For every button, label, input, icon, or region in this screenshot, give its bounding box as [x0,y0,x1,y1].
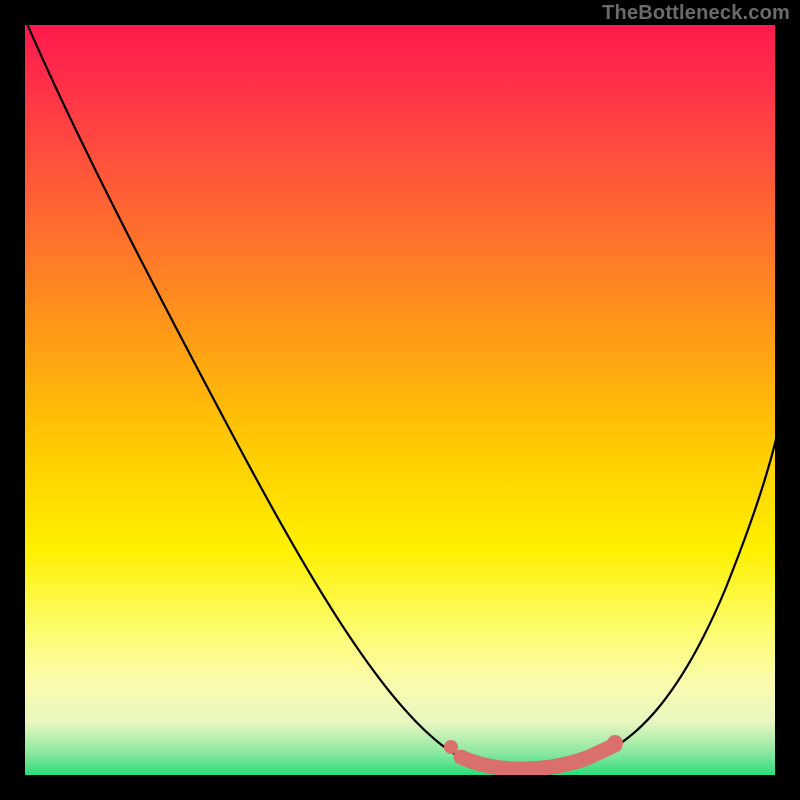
chart-stage: TheBottleneck.com [0,0,800,800]
chart-background-gradient [25,25,775,775]
watermark-label: TheBottleneck.com [602,2,790,25]
